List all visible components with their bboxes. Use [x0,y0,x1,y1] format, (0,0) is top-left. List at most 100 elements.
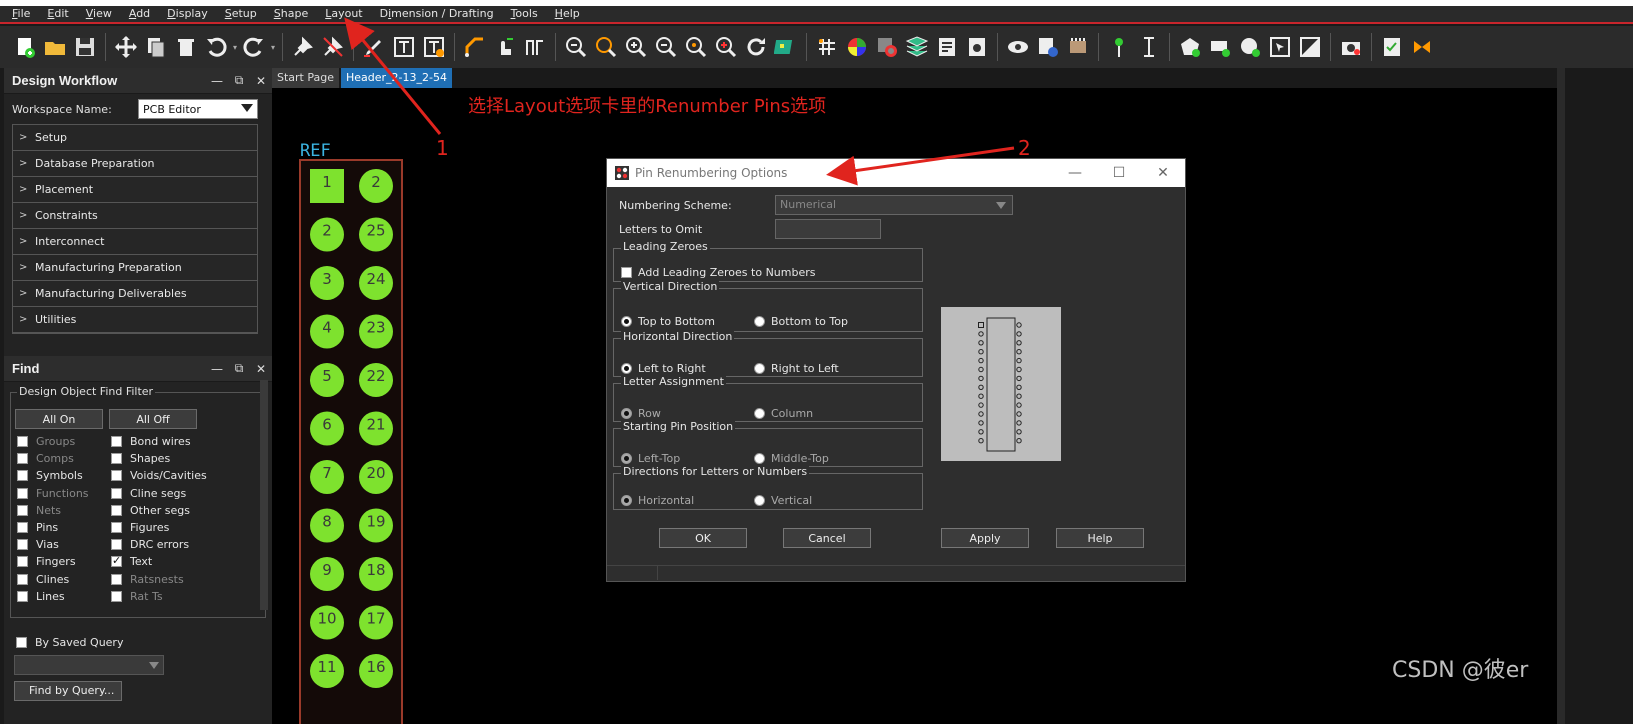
left-top-radio[interactable] [621,453,632,464]
shadow-icon[interactable] [872,32,902,62]
zoom-window-icon[interactable] [591,32,621,62]
color-icon[interactable] [842,32,872,62]
filter-checkbox[interactable] [111,453,122,465]
float-icon[interactable]: ⧉ [228,361,250,376]
find-filter-option[interactable]: Ratsnests [111,571,241,588]
copy-icon[interactable] [141,32,171,62]
filter-checkbox[interactable] [111,522,122,534]
left-to-right-radio[interactable] [621,363,632,374]
float-icon[interactable]: ⧉ [228,73,250,88]
find-filter-option[interactable]: Groups [17,433,111,450]
undo-icon[interactable] [201,32,231,62]
menu-view[interactable]: View [78,6,121,22]
filter-checkbox[interactable] [111,470,122,482]
zoom-fit-icon[interactable] [561,32,591,62]
saved-query-row[interactable]: By Saved Query [16,636,272,649]
open-folder-icon[interactable] [40,32,70,62]
filter-checkbox[interactable] [17,453,28,465]
close-icon[interactable]: ✕ [1141,165,1185,181]
leading-zeroes-checkbox[interactable] [621,267,632,278]
filter-checkbox[interactable] [17,436,28,448]
close-icon[interactable]: ✕ [250,362,272,376]
report-icon[interactable] [932,32,962,62]
3d-view-icon[interactable] [771,32,801,62]
camera-icon[interactable] [1336,32,1366,62]
numbering-scheme-select[interactable]: Numerical [775,195,1013,215]
top-to-bottom-radio[interactable] [621,316,632,327]
all-on-button[interactable]: All On [15,409,103,429]
workflow-item[interactable]: > Utilities [13,307,257,333]
select-shape-icon[interactable] [1265,32,1295,62]
menu-dimension-drafting[interactable]: Dimension / Drafting [372,6,503,22]
find-filter-option[interactable]: Text [111,553,241,570]
bottom-to-top-radio[interactable] [754,316,765,327]
find-filter-option[interactable]: Fingers [17,553,111,570]
horizontal-radio[interactable] [621,495,632,506]
workflow-item[interactable]: > Interconnect [13,229,257,255]
find-filter-option[interactable]: Voids/Cavities [111,467,241,484]
zoom-out-icon[interactable] [651,32,681,62]
workspace-select[interactable]: PCB Editor [138,99,258,119]
tab-header[interactable]: Header_2-13_2-54 [341,68,452,88]
redo-icon[interactable] [239,32,269,62]
filter-checkbox[interactable] [111,436,122,448]
zoom-in-icon[interactable] [621,32,651,62]
move-icon[interactable] [111,32,141,62]
slide-icon[interactable] [490,32,520,62]
settings-icon[interactable] [962,32,992,62]
minimize-icon[interactable]: — [1053,165,1097,181]
pin-icon[interactable] [288,32,318,62]
layers-icon[interactable] [902,32,932,62]
grid-icon[interactable] [812,32,842,62]
filter-checkbox[interactable] [17,539,28,551]
workflow-item[interactable]: > Constraints [13,203,257,229]
dropdown-caret-icon[interactable]: ▾ [269,43,277,52]
filter-checkbox[interactable] [17,504,28,516]
letters-omit-input[interactable] [775,219,881,239]
find-filter-option[interactable]: DRC errors [111,536,241,553]
dropdown-caret-icon[interactable]: ▾ [231,43,239,52]
show-element-icon[interactable] [1033,32,1063,62]
pencil-icon[interactable] [359,32,389,62]
filter-checkbox[interactable] [17,470,28,482]
ok-button[interactable]: OK [659,528,747,548]
filter-checkbox[interactable] [111,504,122,516]
find-filter-option[interactable]: Bond wires [111,433,241,450]
find-filter-option[interactable]: Nets [17,502,111,519]
text-icon[interactable] [389,32,419,62]
find-scrollbar[interactable] [260,380,268,610]
merge-shape-icon[interactable] [1295,32,1325,62]
workflow-item[interactable]: > Placement [13,177,257,203]
pin-probe-icon[interactable] [1104,32,1134,62]
help-button[interactable]: Help [1056,528,1144,548]
filter-checkbox[interactable] [111,590,122,602]
filter-checkbox[interactable] [111,539,122,551]
menu-file[interactable]: File [4,6,39,22]
fanout-icon[interactable] [520,32,550,62]
minimize-icon[interactable]: — [206,362,228,376]
find-by-query-button[interactable]: Find by Query... [14,681,122,701]
find-filter-option[interactable]: Pins [17,519,111,536]
save-icon[interactable] [70,32,100,62]
delete-icon[interactable] [171,32,201,62]
zoom-previous-icon[interactable] [681,32,711,62]
swap-icon[interactable] [1407,32,1437,62]
menu-layout[interactable]: Layout [317,6,371,22]
rect-add-icon[interactable] [1205,32,1235,62]
component-icon[interactable] [1063,32,1093,62]
route-icon[interactable] [460,32,490,62]
maximize-icon[interactable]: ☐ [1097,165,1141,181]
minimize-icon[interactable]: — [206,74,228,88]
row-radio[interactable] [621,408,632,419]
filter-checkbox[interactable] [17,573,28,585]
find-filter-option[interactable]: Cline segs [111,485,241,502]
right-to-left-radio[interactable] [754,363,765,374]
workflow-item[interactable]: > Manufacturing Preparation [13,255,257,281]
menu-edit[interactable]: Edit [39,6,77,22]
visibility-icon[interactable] [1003,32,1033,62]
menu-tools[interactable]: Tools [503,6,547,22]
filter-checkbox[interactable] [17,522,28,534]
middle-top-radio[interactable] [754,453,765,464]
saved-query-select[interactable] [14,655,164,675]
zoom-center-icon[interactable] [711,32,741,62]
